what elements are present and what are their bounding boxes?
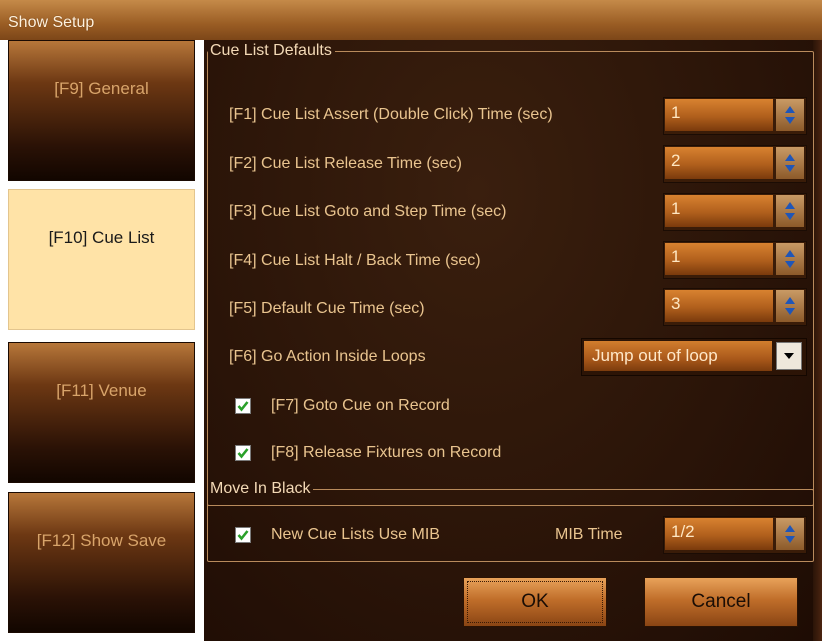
- default-cue-time-input[interactable]: 3: [665, 290, 773, 322]
- halt-back-time-updown-icon[interactable]: [776, 243, 804, 275]
- ok-button[interactable]: OK: [463, 577, 607, 627]
- go-action-selected[interactable]: Jump out of loop: [584, 341, 772, 371]
- default-cue-time-updown-icon[interactable]: [776, 290, 804, 322]
- tab-venue-label: [F11] Venue: [56, 381, 147, 400]
- checkmark-icon: [237, 448, 249, 459]
- assert-time-label: [F1] Cue List Assert (Double Click) Time…: [229, 106, 553, 123]
- release-fixtures-checkbox[interactable]: [235, 445, 251, 461]
- go-action-dropdown[interactable]: Jump out of loop: [581, 338, 807, 376]
- title-bar[interactable]: Show Setup: [0, 0, 822, 40]
- window-title: Show Setup: [8, 14, 95, 31]
- goto-cue-label: [F7] Goto Cue on Record: [271, 397, 450, 414]
- goto-step-time-updown-icon[interactable]: [776, 195, 804, 227]
- mib-time-input[interactable]: 1/2: [665, 518, 773, 550]
- tab-general-label: [F9] General: [54, 79, 149, 98]
- default-cue-time-label: [F5] Default Cue Time (sec): [229, 300, 425, 317]
- release-time-label: [F2] Cue List Release Time (sec): [229, 155, 462, 172]
- tab-venue[interactable]: [F11] Venue: [8, 342, 195, 483]
- halt-back-time-input[interactable]: 1: [665, 243, 773, 275]
- release-time-updown-icon[interactable]: [776, 147, 804, 179]
- chevron-down-icon[interactable]: [776, 342, 802, 370]
- halt-back-time-spinner: 1: [663, 241, 807, 279]
- tab-cue-list[interactable]: [F10] Cue List: [8, 189, 195, 330]
- default-cue-time-spinner: 3: [663, 288, 807, 326]
- tab-show-save[interactable]: [F12] Show Save: [8, 492, 195, 633]
- release-fixtures-label: [F8] Release Fixtures on Record: [271, 444, 502, 461]
- cancel-button[interactable]: Cancel: [644, 577, 798, 627]
- mib-time-spinner: 1/2: [663, 516, 807, 554]
- window-border: [813, 40, 822, 641]
- tab-general[interactable]: [F9] General: [8, 40, 195, 181]
- use-mib-checkbox[interactable]: [235, 527, 251, 543]
- assert-time-input[interactable]: 1: [665, 99, 773, 131]
- tab-show-save-label: [F12] Show Save: [36, 531, 167, 550]
- goto-step-time-label: [F3] Cue List Goto and Step Time (sec): [229, 203, 507, 220]
- move-in-black-legend: Move In Black: [210, 480, 311, 497]
- mib-time-label: MIB Time: [555, 526, 623, 543]
- sidebar: [F9] General [F10] Cue List [F11] Venue …: [0, 40, 204, 641]
- halt-back-time-label: [F4] Cue List Halt / Back Time (sec): [229, 252, 481, 269]
- move-in-black-group: Move In Black New Cue Lists Use MIB MIB …: [207, 480, 814, 562]
- go-action-label: [F6] Go Action Inside Loops: [229, 348, 426, 365]
- goto-step-time-input[interactable]: 1: [665, 195, 773, 227]
- assert-time-spinner: 1: [663, 97, 807, 135]
- cue-list-defaults-legend: Cue List Defaults: [210, 42, 332, 59]
- checkmark-icon: [237, 401, 249, 412]
- show-setup-window: Show Setup [F9] General [F10] Cue List […: [0, 0, 822, 641]
- cue-list-defaults-group: Cue List Defaults [F1] Cue List Assert (…: [207, 42, 814, 506]
- assert-time-updown-icon[interactable]: [776, 99, 804, 131]
- release-time-spinner: 2: [663, 145, 807, 183]
- checkmark-icon: [237, 530, 249, 541]
- mib-time-updown-icon[interactable]: [776, 518, 804, 550]
- tab-cue-list-label: [F10] Cue List: [48, 228, 155, 247]
- release-time-input[interactable]: 2: [665, 147, 773, 179]
- cue-list-settings-panel: Cue List Defaults [F1] Cue List Assert (…: [204, 40, 814, 641]
- use-mib-label: New Cue Lists Use MIB: [271, 526, 440, 543]
- goto-step-time-spinner: 1: [663, 193, 807, 231]
- goto-cue-checkbox[interactable]: [235, 398, 251, 414]
